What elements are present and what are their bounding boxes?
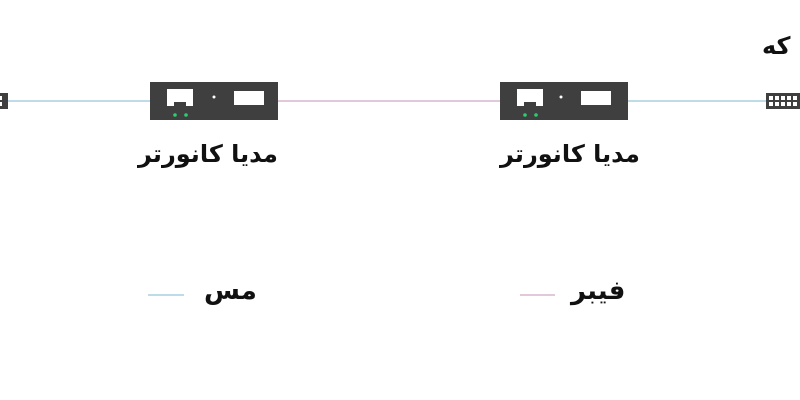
converter-2-label: مدیا کانورتر: [500, 140, 640, 168]
converter-1-label: مدیا کانورتر: [138, 140, 278, 168]
media-converter-1-icon: [150, 82, 278, 120]
media-converter-2-icon: [500, 82, 628, 120]
top-right-label: که: [762, 32, 791, 60]
legend-copper-label: مس: [204, 276, 257, 306]
network-diagram: [0, 82, 800, 296]
switch-right-icon: [766, 93, 800, 109]
switch-left-icon: [0, 93, 8, 109]
legend-fiber-label: فیبر: [571, 276, 626, 306]
